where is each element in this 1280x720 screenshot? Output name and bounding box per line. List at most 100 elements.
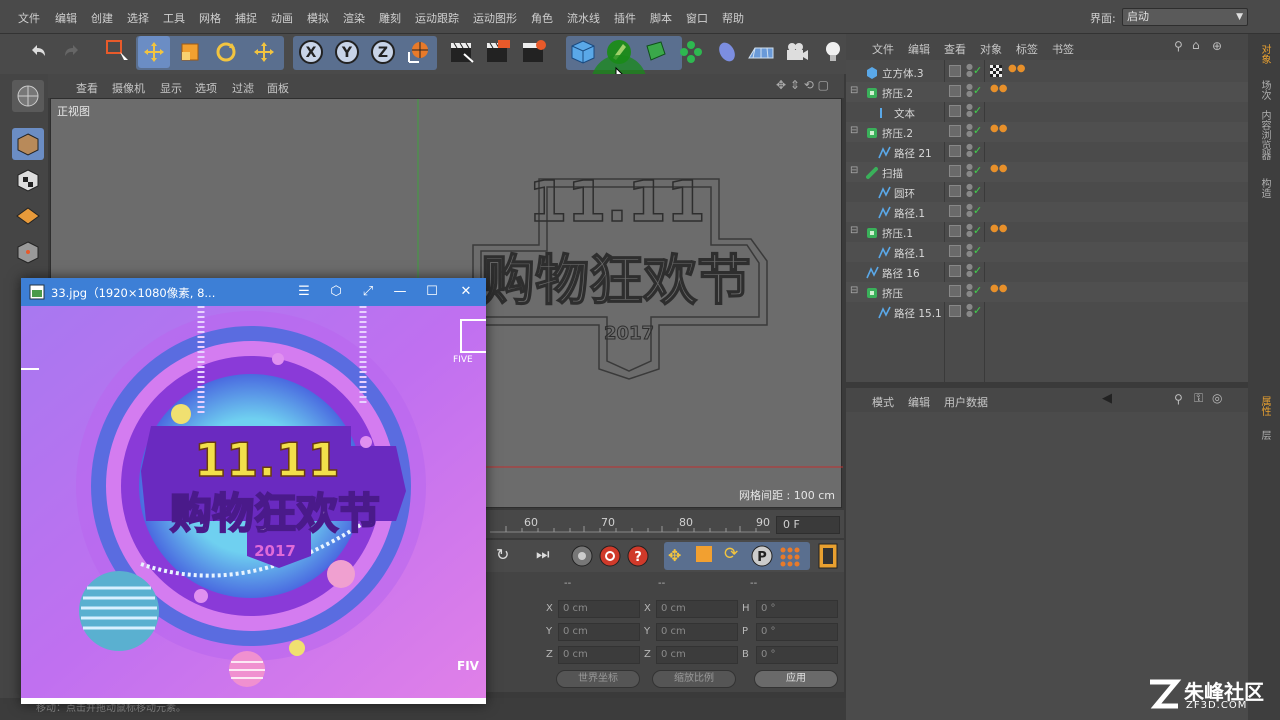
add-mograph-cloner-button[interactable]: [675, 36, 707, 68]
recent-tool-button[interactable]: [248, 36, 280, 68]
object-row[interactable]: 文本 ● ● ✓: [846, 102, 1248, 122]
enabled-check-icon[interactable]: ✓: [973, 184, 982, 197]
rotate-tool-button[interactable]: [210, 36, 242, 68]
menu-script[interactable]: 脚本: [650, 10, 672, 26]
visibility-dots-icon[interactable]: ● ●: [966, 163, 973, 178]
add-light-button[interactable]: [817, 36, 849, 68]
phong-tag-icon[interactable]: ●●: [990, 283, 1007, 294]
menu-snap[interactable]: 捕捉: [235, 10, 257, 26]
rotation-key-icon[interactable]: ⟳: [724, 544, 738, 564]
position-z-field[interactable]: 0 cm: [558, 646, 640, 664]
object-row[interactable]: ⊟ 挤压.2 ● ● ✓ ●●: [846, 122, 1248, 142]
menu-mograph[interactable]: 运动图形: [473, 10, 517, 26]
go-to-end-icon[interactable]: ⏭: [536, 545, 550, 563]
rotation-p-field[interactable]: 0 °: [756, 623, 838, 641]
visibility-dots-icon[interactable]: ● ●: [966, 63, 973, 78]
object-row[interactable]: 路径 16 ● ● ✓: [846, 262, 1248, 282]
menu-tools[interactable]: 工具: [163, 10, 185, 26]
parameter-key-icon[interactable]: P: [750, 544, 774, 568]
om-menu-view[interactable]: 查看: [944, 41, 966, 57]
visibility-dots-icon[interactable]: ● ●: [966, 223, 973, 238]
enabled-check-icon[interactable]: ✓: [973, 144, 982, 157]
tab-attributes[interactable]: 属性: [1254, 396, 1272, 416]
material-tag-icon[interactable]: [990, 65, 1002, 77]
om-menu-bookmarks[interactable]: 书签: [1052, 41, 1074, 57]
object-row[interactable]: 立方体.3 ● ● ✓ ●●: [846, 62, 1248, 82]
expand-toggle-icon[interactable]: ⊟: [850, 85, 858, 96]
minimize-icon[interactable]: —: [391, 283, 409, 301]
autokey-icon[interactable]: [598, 544, 622, 568]
viewport-menu-camera[interactable]: 摄像机: [112, 80, 145, 96]
visibility-dots-icon[interactable]: ● ●: [966, 303, 973, 318]
z-axis-button[interactable]: Z: [367, 36, 399, 68]
enabled-check-icon[interactable]: ✓: [973, 104, 982, 117]
render-to-picture-viewer-button[interactable]: [482, 36, 514, 68]
scale-key-icon[interactable]: [696, 546, 712, 562]
redo-button[interactable]: [56, 36, 88, 68]
enabled-check-icon[interactable]: ✓: [973, 84, 982, 97]
om-menu-tags[interactable]: 标签: [1016, 41, 1038, 57]
layer-icon[interactable]: [949, 145, 961, 157]
position-x-field[interactable]: 0 cm: [558, 600, 640, 618]
tab-structure[interactable]: 构造: [1254, 178, 1272, 198]
viewport-menu-view[interactable]: 查看: [76, 80, 98, 96]
enabled-check-icon[interactable]: ✓: [973, 244, 982, 257]
scale-mode-dropdown[interactable]: 缩放比例: [652, 670, 736, 688]
make-editable-button[interactable]: [12, 80, 44, 112]
menu-select[interactable]: 选择: [127, 10, 149, 26]
enabled-check-icon[interactable]: ✓: [973, 304, 982, 317]
menu-pipeline[interactable]: 流水线: [567, 10, 600, 26]
tab-objects[interactable]: 对象: [1254, 44, 1272, 64]
expand-toggle-icon[interactable]: ⊟: [850, 165, 858, 176]
object-row[interactable]: 路径 15.1 ● ● ✓: [846, 302, 1248, 322]
workplane-mode-button[interactable]: [12, 200, 44, 232]
enabled-check-icon[interactable]: ✓: [973, 124, 982, 137]
visibility-dots-icon[interactable]: ● ●: [966, 83, 973, 98]
search-icon[interactable]: ⚲: [1174, 39, 1183, 53]
menu-render[interactable]: 渲染: [343, 10, 365, 26]
render-view-button[interactable]: [446, 36, 478, 68]
am-menu-user-data[interactable]: 用户数据: [944, 394, 988, 410]
menu-animate[interactable]: 动画: [271, 10, 293, 26]
layer-icon[interactable]: [949, 165, 961, 177]
menu-file[interactable]: 文件: [18, 10, 40, 26]
om-menu-edit[interactable]: 编辑: [908, 41, 930, 57]
live-selection-button[interactable]: [102, 36, 134, 68]
record-icon[interactable]: [570, 544, 594, 568]
expand-toggle-icon[interactable]: ⊟: [850, 125, 858, 136]
visibility-dots-icon[interactable]: ● ●: [966, 263, 973, 278]
enabled-check-icon[interactable]: ✓: [973, 164, 982, 177]
pin-icon[interactable]: ⬡: [327, 283, 345, 301]
viewport-menu-panel[interactable]: 面板: [267, 80, 289, 96]
close-icon[interactable]: ✕: [457, 283, 475, 301]
home-icon[interactable]: ⌂: [1192, 38, 1200, 52]
layer-icon[interactable]: [949, 225, 961, 237]
add-deformer-button[interactable]: [711, 36, 743, 68]
phong-tag-icon[interactable]: ●●: [990, 123, 1007, 134]
undo-button[interactable]: [22, 36, 54, 68]
menu-mesh[interactable]: 网格: [199, 10, 221, 26]
object-row[interactable]: ⊟ 挤压.1 ● ● ✓ ●●: [846, 222, 1248, 242]
search-icon[interactable]: ⚲: [1174, 392, 1183, 406]
object-row[interactable]: ⊟ 挤压.2 ● ● ✓ ●●: [846, 82, 1248, 102]
add-floor-button[interactable]: [745, 36, 777, 68]
coordinate-system-button[interactable]: [403, 36, 435, 68]
point-level-key-icon[interactable]: [778, 545, 802, 567]
fullscreen-icon[interactable]: ⤢: [359, 283, 377, 301]
viewer-title-bar[interactable]: 33.jpg（1920×1080像素, 8... ☰ ⬡ ⤢ — ☐ ✕: [21, 278, 486, 306]
layer-icon[interactable]: [949, 125, 961, 137]
object-row[interactable]: 路径.1 ● ● ✓: [846, 202, 1248, 222]
apply-button[interactable]: 应用: [754, 670, 838, 688]
menu-edit[interactable]: 编辑: [55, 10, 77, 26]
enabled-check-icon[interactable]: ✓: [973, 224, 982, 237]
rotation-h-field[interactable]: 0 °: [756, 600, 838, 618]
object-row[interactable]: ⊟ 扫描 ● ● ✓ ●●: [846, 162, 1248, 182]
keyframe-selection-icon[interactable]: ?: [626, 544, 650, 568]
image-viewer-window[interactable]: 33.jpg（1920×1080像素, 8... ☰ ⬡ ⤢ — ☐ ✕ 11.…: [21, 278, 486, 704]
menu-icon[interactable]: ☰: [295, 283, 313, 301]
back-arrow-icon[interactable]: ◀: [1102, 391, 1112, 406]
menu-character[interactable]: 角色: [531, 10, 553, 26]
visibility-dots-icon[interactable]: ● ●: [966, 123, 973, 138]
om-menu-objects[interactable]: 对象: [980, 41, 1002, 57]
layout-select[interactable]: 启动 ▼: [1122, 8, 1248, 26]
